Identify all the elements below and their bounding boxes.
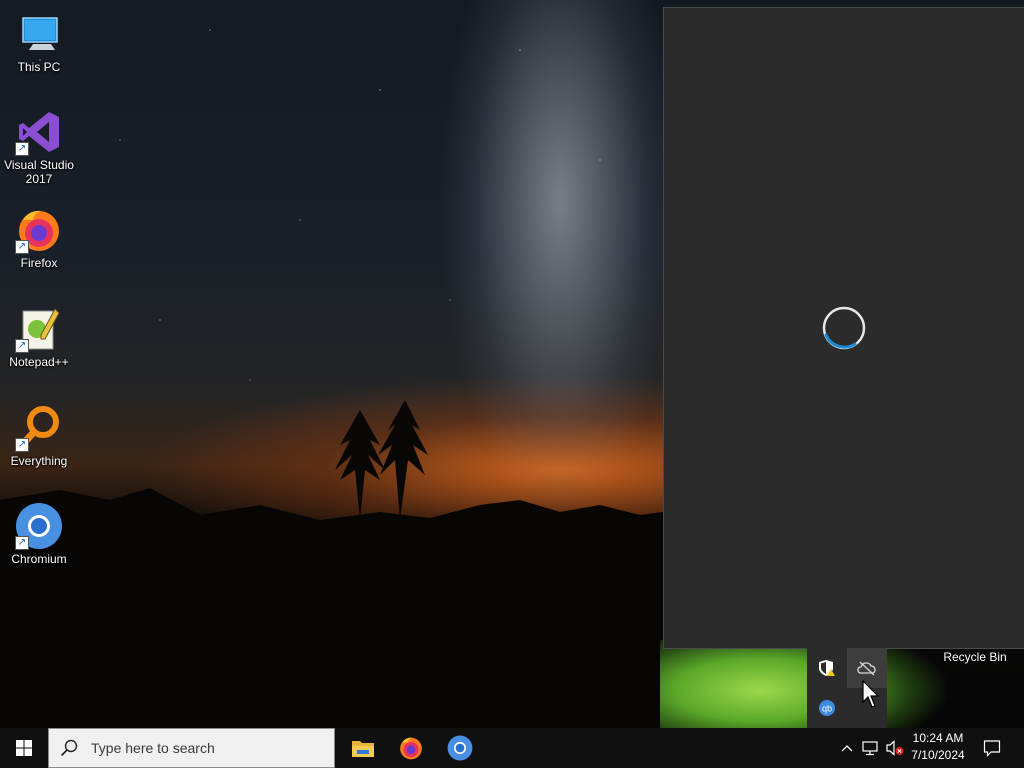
volume-muted-icon xyxy=(886,740,904,756)
taskbar-file-explorer[interactable] xyxy=(339,728,387,768)
desktop-icon-label: This PC xyxy=(17,60,61,74)
taskbar-clock[interactable]: 10:24 AM 7/10/2024 xyxy=(905,730,971,764)
desktop-icon-label: Visual Studio 2017 xyxy=(4,158,74,186)
taskbar-search-box[interactable] xyxy=(48,728,335,768)
action-center-icon xyxy=(983,740,1001,757)
shortcut-arrow-icon: ↗ xyxy=(15,536,29,550)
shortcut-arrow-icon: ↗ xyxy=(15,339,29,353)
mouse-cursor-icon xyxy=(862,680,880,708)
desktop-icon-label: Firefox xyxy=(20,256,58,270)
clock-date: 7/10/2024 xyxy=(911,748,965,762)
action-center-button[interactable] xyxy=(976,728,1008,768)
shortcut-arrow-icon: ↗ xyxy=(15,438,29,452)
this-pc-icon xyxy=(15,10,63,58)
recycle-bin-label: Recycle Bin xyxy=(943,650,1007,664)
loading-window[interactable] xyxy=(663,7,1024,649)
file-explorer-icon xyxy=(352,741,374,757)
chevron-up-icon xyxy=(841,745,853,752)
shortcut-arrow-icon: ↗ xyxy=(15,142,29,156)
search-icon xyxy=(49,739,89,757)
firefox-icon: ↗ xyxy=(15,206,63,254)
taskbar-firefox[interactable] xyxy=(387,728,435,768)
clock-time: 10:24 AM xyxy=(912,731,964,745)
show-hidden-icons-button[interactable] xyxy=(838,728,856,768)
network-tray-button[interactable] xyxy=(860,728,882,768)
loading-spinner-icon xyxy=(822,306,866,350)
windows-logo-icon xyxy=(16,740,32,756)
notepad-plus-plus-icon: ↗ xyxy=(15,305,63,353)
start-button[interactable] xyxy=(0,728,48,768)
qbittorrent-icon[interactable]: qb xyxy=(807,688,847,728)
search-input[interactable] xyxy=(89,739,323,757)
windows-security-warning-icon[interactable] xyxy=(807,648,847,688)
everything-search-icon: ↗ xyxy=(15,404,63,452)
network-icon xyxy=(862,741,878,756)
desktop-icon-visual-studio[interactable]: ↗ Visual Studio 2017 xyxy=(0,100,78,186)
taskbar: 10:24 AM 7/10/2024 xyxy=(0,728,1024,768)
firefox-icon xyxy=(400,737,422,760)
desktop-icon-label: Chromium xyxy=(11,552,67,566)
desktop-icon-chromium[interactable]: ↗ Chromium xyxy=(0,494,78,566)
shortcut-arrow-icon: ↗ xyxy=(15,240,29,254)
desktop-icon-recycle-bin[interactable]: Recycle Bin xyxy=(930,650,1020,664)
chromium-icon: ↗ xyxy=(15,502,63,550)
desktop-icon-label: Everything xyxy=(10,454,68,468)
visual-studio-icon: ↗ xyxy=(15,108,63,156)
desktop-icon-firefox[interactable]: ↗ Firefox xyxy=(0,198,78,270)
volume-tray-button[interactable] xyxy=(884,728,906,768)
desktop-icon-label: Notepad++ xyxy=(9,355,69,369)
desktop-icon-everything[interactable]: ↗ Everything xyxy=(0,396,78,468)
desktop-icon-notepad-plus-plus[interactable]: ↗ Notepad++ xyxy=(0,297,78,369)
taskbar-chromium[interactable] xyxy=(436,728,484,768)
desktop-icon-this-pc[interactable]: This PC xyxy=(0,2,78,74)
svg-text:qb: qb xyxy=(822,704,832,714)
chromium-icon xyxy=(447,735,473,761)
